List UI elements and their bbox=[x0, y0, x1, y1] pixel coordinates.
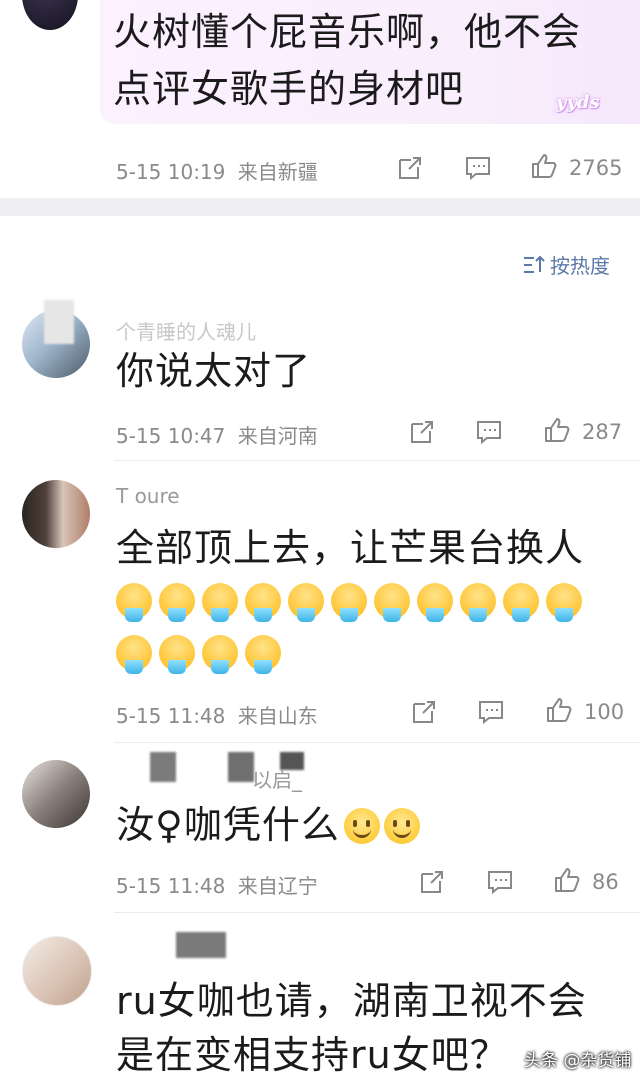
comment-time: 5-15 10:19 bbox=[116, 160, 226, 184]
smile-emoji-icon bbox=[383, 808, 420, 844]
puke-emoji-icon bbox=[331, 583, 367, 622]
share-icon[interactable] bbox=[396, 154, 424, 182]
like-count: 100 bbox=[584, 700, 625, 724]
puke-emoji-icon bbox=[546, 583, 582, 622]
mosaic bbox=[150, 752, 176, 782]
username[interactable]: 个青睡的人魂儿 bbox=[116, 316, 256, 345]
puke-emoji-icon bbox=[116, 583, 152, 622]
puke-emoji-icon bbox=[245, 635, 281, 674]
puke-emoji-icon bbox=[288, 583, 324, 622]
comment-feed: 火树懂个屁音乐啊，他不会点评女歌手的身材吧 yyds 5-15 10:19 来自… bbox=[0, 0, 640, 1082]
mosaic bbox=[44, 300, 74, 344]
like-icon[interactable] bbox=[545, 696, 573, 724]
username[interactable]: 以启_ bbox=[252, 764, 302, 793]
comment-item: T oure 全部顶上去，让芒果台换人 5-15 11:48 来自山东 100 bbox=[0, 470, 640, 743]
puke-emoji-icon bbox=[202, 635, 238, 674]
avatar[interactable] bbox=[22, 480, 90, 548]
comment-time: 5-15 11:48 bbox=[116, 874, 226, 898]
watermark: 头条 @杂货铺 bbox=[524, 1051, 632, 1071]
sort-icon bbox=[524, 255, 545, 273]
comment-location: 来自河南 bbox=[237, 424, 318, 448]
comment-time: 5-15 10:47 bbox=[116, 424, 226, 448]
comment-location: 来自新疆 bbox=[237, 160, 318, 184]
avatar[interactable] bbox=[22, 760, 90, 828]
reply-icon[interactable] bbox=[486, 868, 514, 896]
reply-icon[interactable] bbox=[464, 154, 492, 182]
puke-emoji-icon bbox=[159, 583, 195, 622]
comment-text: 火树懂个屁音乐啊，他不会点评女歌手的身材吧 bbox=[113, 10, 582, 111]
comment-text: 全部顶上去，让芒果台换人 bbox=[116, 522, 596, 678]
sort-label: 按热度 bbox=[550, 254, 610, 278]
mosaic bbox=[228, 752, 254, 782]
puke-emoji-icon bbox=[202, 583, 238, 622]
like-icon[interactable] bbox=[530, 152, 558, 180]
share-icon[interactable] bbox=[418, 868, 446, 896]
comment-meta: 5-15 10:47 来自河南 bbox=[116, 420, 318, 449]
share-icon[interactable] bbox=[408, 418, 436, 446]
username[interactable]: T oure bbox=[116, 484, 180, 508]
comment-meta: 5-15 11:48 来自山东 bbox=[116, 700, 318, 729]
comment-text-content: 汝♀咖凭什么 bbox=[116, 803, 340, 847]
puke-emoji-icon bbox=[159, 635, 195, 674]
puke-emoji-icon bbox=[503, 583, 539, 622]
like-count: 287 bbox=[582, 420, 623, 444]
comment-item: 个青睡的人魂儿 你说太对了 5-15 10:47 来自河南 287 bbox=[0, 300, 640, 461]
puke-emoji-icon bbox=[460, 583, 496, 622]
mosaic bbox=[176, 932, 226, 958]
puke-emoji-icon bbox=[374, 583, 410, 622]
yyds-badge: yyds bbox=[556, 92, 600, 113]
puke-emoji-icon bbox=[245, 583, 281, 622]
emoji-row bbox=[116, 578, 589, 674]
sort-toggle[interactable]: 按热度 bbox=[522, 250, 610, 279]
divider bbox=[114, 460, 640, 461]
reply-icon[interactable] bbox=[477, 698, 505, 726]
comment-time: 5-15 11:48 bbox=[116, 704, 226, 728]
like-icon[interactable] bbox=[543, 416, 571, 444]
comment-meta: 5-15 10:19 来自新疆 bbox=[116, 156, 318, 185]
comment-text: 你说太对了 bbox=[116, 349, 312, 393]
comment-item: 以启_ 汝♀咖凭什么 5-15 11:48 来自辽宁 86 bbox=[0, 752, 640, 913]
reply-icon[interactable] bbox=[475, 418, 503, 446]
like-count: 2765 bbox=[569, 156, 623, 180]
divider bbox=[114, 912, 640, 913]
like-count: 86 bbox=[592, 870, 619, 894]
avatar[interactable] bbox=[22, 936, 92, 1006]
share-icon[interactable] bbox=[410, 698, 438, 726]
smile-emoji-icon bbox=[343, 808, 380, 844]
comment-text-content: 全部顶上去，让芒果台换人 bbox=[116, 526, 585, 570]
like-icon[interactable] bbox=[553, 866, 581, 894]
divider bbox=[114, 742, 640, 743]
puke-emoji-icon bbox=[417, 583, 453, 622]
comment-meta: 5-15 11:48 来自辽宁 bbox=[116, 870, 318, 899]
puke-emoji-icon bbox=[116, 635, 152, 674]
comment-location: 来自山东 bbox=[237, 704, 318, 728]
comment-text: 汝♀咖凭什么 bbox=[116, 802, 596, 848]
comment-location: 来自辽宁 bbox=[237, 874, 318, 898]
avatar[interactable] bbox=[22, 0, 78, 30]
top-comment: 火树懂个屁音乐啊，他不会点评女歌手的身材吧 yyds 5-15 10:19 来自… bbox=[0, 0, 640, 198]
section-separator bbox=[0, 198, 640, 216]
